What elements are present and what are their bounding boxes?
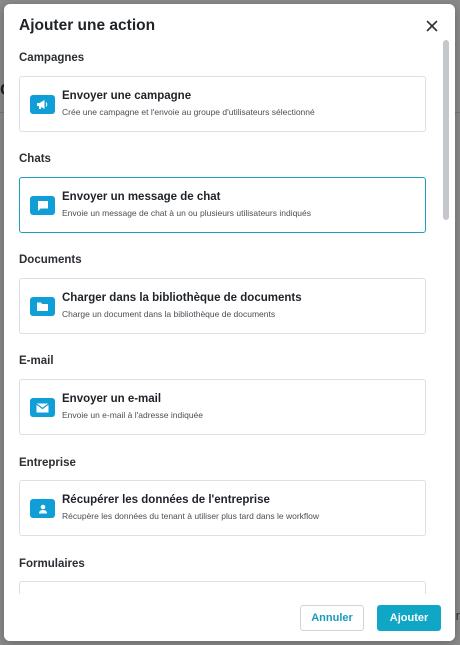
scrollbar-thumb[interactable] bbox=[443, 40, 449, 220]
action-card-title: Envoyer un message de chat bbox=[62, 191, 221, 203]
background-text: r bbox=[455, 608, 460, 623]
section-title-documents: Documents bbox=[19, 254, 82, 266]
action-card-upload-document[interactable]: Charger dans la bibliothèque de document… bbox=[19, 278, 426, 334]
close-button[interactable] bbox=[423, 17, 441, 35]
section-title-entreprise: Entreprise bbox=[19, 457, 76, 469]
section-title-email: E-mail bbox=[19, 355, 54, 367]
action-card-description: Envoie un e-mail à l'adresse indiquée bbox=[62, 410, 204, 420]
action-card-title: Charger dans la bibliothèque de document… bbox=[62, 292, 302, 304]
megaphone-icon bbox=[37, 100, 48, 109]
close-icon bbox=[426, 20, 438, 32]
folder-icon-badge bbox=[30, 297, 55, 316]
envelope-icon-badge bbox=[30, 398, 55, 417]
person-badge-icon-badge bbox=[30, 499, 55, 518]
chat-bubble-icon bbox=[37, 200, 48, 211]
action-list[interactable]: Campagnes Envoyer une campagne Crée une … bbox=[4, 44, 443, 594]
add-button[interactable]: Ajouter bbox=[377, 605, 441, 631]
action-card-description: Charge un document dans la bibliothèque … bbox=[62, 309, 276, 319]
action-card-description: Crée une campagne et l'envoie au groupe … bbox=[62, 107, 315, 117]
section-title-chats: Chats bbox=[19, 153, 51, 165]
action-card-forms[interactable] bbox=[19, 581, 426, 594]
action-card-send-email[interactable]: Envoyer un e-mail Envoie un e-mail à l'a… bbox=[19, 379, 426, 435]
cancel-button[interactable]: Annuler bbox=[300, 605, 364, 631]
megaphone-icon-badge bbox=[30, 95, 55, 114]
chat-bubble-icon-badge bbox=[30, 196, 55, 215]
action-card-description: Récupère les données du tenant à utilise… bbox=[62, 511, 320, 521]
section-title-campagnes: Campagnes bbox=[19, 52, 85, 64]
action-card-send-campaign[interactable]: Envoyer une campagne Crée une campagne e… bbox=[19, 76, 426, 132]
section-title-formulaires: Formulaires bbox=[19, 558, 85, 570]
action-card-title: Envoyer une campagne bbox=[62, 90, 192, 102]
action-card-fetch-company-data[interactable]: Récupérer les données de l'entreprise Ré… bbox=[19, 480, 426, 536]
dialog-header: Ajouter une action bbox=[4, 4, 455, 48]
add-action-dialog: Ajouter une action Campagnes Envoyer une… bbox=[4, 4, 455, 641]
person-badge-icon bbox=[38, 504, 47, 513]
dialog-footer: Annuler Ajouter bbox=[4, 594, 455, 641]
envelope-icon bbox=[36, 403, 49, 412]
action-card-send-chat-message[interactable]: Envoyer un message de chat Envoie un mes… bbox=[19, 177, 426, 233]
scrollbar[interactable] bbox=[443, 40, 449, 595]
action-card-title: Envoyer un e-mail bbox=[62, 393, 162, 405]
action-card-title: Récupérer les données de l'entreprise bbox=[62, 494, 270, 506]
action-card-description: Envoie un message de chat à un ou plusie… bbox=[62, 208, 312, 218]
folder-icon bbox=[37, 302, 48, 311]
dialog-title: Ajouter une action bbox=[19, 17, 156, 34]
